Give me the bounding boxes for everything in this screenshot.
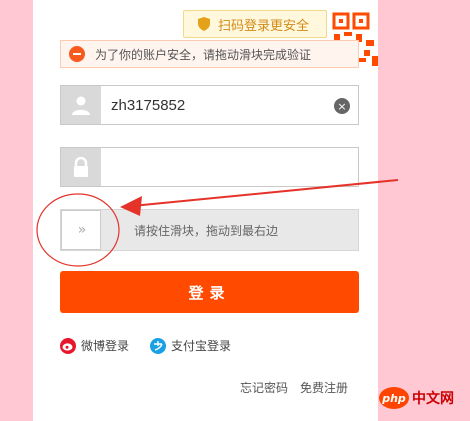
alipay-icon: [150, 337, 166, 354]
weibo-login[interactable]: 微博登录: [60, 337, 129, 354]
login-button[interactable]: 登录: [60, 271, 359, 313]
shield-icon: [198, 17, 210, 31]
username-input[interactable]: zh3175852: [101, 86, 334, 124]
slider-knob[interactable]: »: [61, 210, 101, 250]
username-field[interactable]: zh3175852 ×: [60, 85, 359, 125]
security-warning: 为了你的账户安全，请拖动滑块完成验证: [60, 40, 359, 68]
alipay-login-label: 支付宝登录: [171, 339, 232, 353]
clear-icon[interactable]: ×: [334, 98, 350, 114]
user-icon: [61, 86, 101, 124]
alipay-login[interactable]: 支付宝登录: [150, 337, 231, 354]
weibo-icon: [60, 337, 76, 354]
slider-captcha: » 请按住滑块，拖动到最右边: [60, 209, 359, 251]
watermark-text: 中文网: [412, 391, 454, 407]
qr-login-tip[interactable]: 扫码登录更安全: [183, 10, 327, 38]
password-input[interactable]: [101, 148, 358, 186]
warning-text: 为了你的账户安全，请拖动滑块完成验证: [95, 47, 312, 62]
forgot-password-link[interactable]: 忘记密码: [240, 379, 288, 396]
slider-hint: 请按住滑块，拖动到最右边: [134, 223, 279, 238]
lock-icon: [61, 148, 101, 186]
password-field[interactable]: [60, 147, 359, 187]
php-logo: php: [379, 387, 409, 409]
minus-circle-icon: [69, 46, 85, 62]
register-link[interactable]: 免费注册: [300, 379, 348, 396]
weibo-login-label: 微博登录: [81, 339, 130, 353]
qr-tip-label: 扫码登录更安全: [218, 18, 310, 34]
watermark: php 中文网: [379, 387, 454, 409]
